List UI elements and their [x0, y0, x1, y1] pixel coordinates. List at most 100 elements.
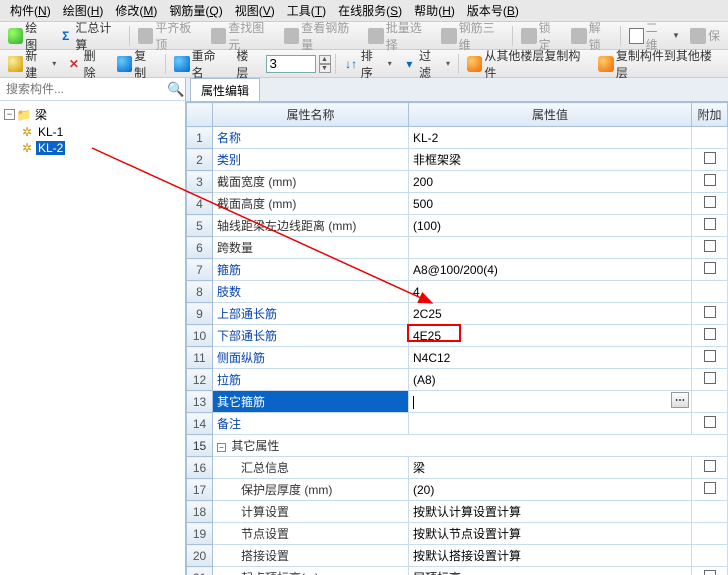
property-value-cell[interactable]: ⋯: [409, 391, 692, 413]
draw-button[interactable]: 绘图: [4, 25, 52, 47]
property-name-cell[interactable]: 类别: [213, 149, 409, 171]
row-number[interactable]: 15: [187, 435, 213, 457]
property-name-cell[interactable]: 侧面纵筋: [213, 347, 409, 369]
property-value-cell[interactable]: 2C25: [409, 303, 692, 325]
property-value-cell[interactable]: 非框架梁: [409, 149, 692, 171]
property-row[interactable]: 4截面高度 (mm)500: [187, 193, 728, 215]
search-input[interactable]: [0, 78, 167, 100]
property-row[interactable]: 17保护层厚度 (mm)(20): [187, 479, 728, 501]
save-button[interactable]: 保: [686, 25, 724, 47]
property-row[interactable]: 8肢数4: [187, 281, 728, 303]
sort-button[interactable]: ↓↑排序▾: [339, 53, 395, 75]
row-number[interactable]: 21: [187, 567, 213, 575]
extra-check-cell[interactable]: [692, 281, 728, 303]
property-row[interactable]: 14备注: [187, 413, 728, 435]
extra-check-cell[interactable]: [692, 347, 728, 369]
row-number[interactable]: 1: [187, 127, 213, 149]
property-name-cell[interactable]: 截面宽度 (mm): [213, 171, 409, 193]
property-name-cell[interactable]: 名称: [213, 127, 409, 149]
extra-check-cell[interactable]: [692, 479, 728, 501]
row-number[interactable]: 3: [187, 171, 213, 193]
property-name-cell[interactable]: 节点设置: [213, 523, 409, 545]
checkbox[interactable]: [704, 196, 716, 208]
floor-spinner[interactable]: ▲▼: [319, 55, 331, 73]
checkbox[interactable]: [704, 152, 716, 164]
property-value-cell[interactable]: 500: [409, 193, 692, 215]
property-value-cell[interactable]: [409, 413, 692, 435]
sum-button[interactable]: Σ汇总计算: [54, 25, 125, 47]
property-name-cell[interactable]: 汇总信息: [213, 457, 409, 479]
checkbox[interactable]: [704, 306, 716, 318]
col-name-header[interactable]: 属性名称: [213, 103, 409, 127]
row-number[interactable]: 14: [187, 413, 213, 435]
property-row[interactable]: 13其它箍筋 ⋯: [187, 391, 728, 413]
property-row[interactable]: 19节点设置按默认节点设置计算: [187, 523, 728, 545]
property-row[interactable]: 10下部通长筋4E25: [187, 325, 728, 347]
property-group-row[interactable]: 15− 其它属性: [187, 435, 728, 457]
extra-check-cell[interactable]: [692, 413, 728, 435]
property-row[interactable]: 21起点顶标高(m)层顶标高: [187, 567, 728, 575]
rebar-3d-button[interactable]: 钢筋三维: [437, 25, 508, 47]
property-value-cell[interactable]: 梁: [409, 457, 692, 479]
group-toggle-icon[interactable]: −: [217, 443, 226, 452]
check-rebar-button[interactable]: 查看钢筋量: [280, 25, 362, 47]
property-name-cell[interactable]: 起点顶标高(m): [213, 567, 409, 575]
property-value-cell[interactable]: 按默认节点设置计算: [409, 523, 692, 545]
row-number[interactable]: 7: [187, 259, 213, 281]
property-value-cell[interactable]: 4E25: [409, 325, 692, 347]
checkbox[interactable]: [704, 482, 716, 494]
property-row[interactable]: 20搭接设置按默认搭接设置计算: [187, 545, 728, 567]
property-row[interactable]: 1名称KL-2: [187, 127, 728, 149]
ellipsis-button[interactable]: ⋯: [671, 392, 689, 408]
property-name-cell[interactable]: 上部通长筋: [213, 303, 409, 325]
property-row[interactable]: 16汇总信息梁: [187, 457, 728, 479]
property-row[interactable]: 11侧面纵筋N4C12: [187, 347, 728, 369]
batch-select-button[interactable]: 批量选择: [364, 25, 435, 47]
checkbox[interactable]: [704, 350, 716, 362]
tree-root-beam[interactable]: − 📁 梁: [4, 105, 181, 124]
property-row[interactable]: 2类别非框架梁: [187, 149, 728, 171]
row-number[interactable]: 20: [187, 545, 213, 567]
col-value-header[interactable]: 属性值: [409, 103, 692, 127]
property-name-cell[interactable]: 其它箍筋: [213, 391, 409, 413]
row-number[interactable]: 10: [187, 325, 213, 347]
extra-check-cell[interactable]: [692, 325, 728, 347]
property-value-cell[interactable]: N4C12: [409, 347, 692, 369]
lock-button[interactable]: 锁定: [517, 25, 565, 47]
property-value-cell[interactable]: A8@100/200(4): [409, 259, 692, 281]
row-number[interactable]: 2: [187, 149, 213, 171]
delete-button[interactable]: ✕删除: [62, 53, 111, 75]
extra-check-cell[interactable]: [692, 501, 728, 523]
copy-from-floor-button[interactable]: 从其他楼层复制构件: [463, 53, 593, 75]
checkbox[interactable]: [704, 372, 716, 384]
property-row[interactable]: 18计算设置按默认计算设置计算: [187, 501, 728, 523]
flat-board-button[interactable]: 平齐板顶: [134, 25, 205, 47]
property-name-cell[interactable]: 计算设置: [213, 501, 409, 523]
checkbox[interactable]: [704, 460, 716, 472]
extra-check-cell[interactable]: [692, 259, 728, 281]
property-name-cell[interactable]: 下部通长筋: [213, 325, 409, 347]
row-number[interactable]: 13: [187, 391, 213, 413]
property-name-cell[interactable]: 保护层厚度 (mm): [213, 479, 409, 501]
menu-tool[interactable]: 工具(T): [281, 2, 332, 19]
row-number[interactable]: 6: [187, 237, 213, 259]
extra-check-cell[interactable]: [692, 193, 728, 215]
extra-check-cell[interactable]: [692, 523, 728, 545]
extra-check-cell[interactable]: [692, 545, 728, 567]
checkbox[interactable]: [704, 570, 716, 575]
new-button[interactable]: 新建▾: [4, 53, 60, 75]
property-value-cell[interactable]: (20): [409, 479, 692, 501]
row-number[interactable]: 9: [187, 303, 213, 325]
checkbox[interactable]: [704, 218, 716, 230]
extra-check-cell[interactable]: [692, 215, 728, 237]
property-row[interactable]: 12拉筋(A8): [187, 369, 728, 391]
checkbox[interactable]: [704, 416, 716, 428]
extra-check-cell[interactable]: [692, 457, 728, 479]
extra-check-cell[interactable]: [692, 127, 728, 149]
filter-button[interactable]: ▾过滤▾: [398, 53, 454, 75]
checkbox[interactable]: [704, 240, 716, 252]
menu-component[interactable]: 构件(N): [4, 2, 57, 19]
extra-check-cell[interactable]: [692, 303, 728, 325]
menu-draw[interactable]: 绘图(H): [57, 2, 110, 19]
row-number[interactable]: 5: [187, 215, 213, 237]
